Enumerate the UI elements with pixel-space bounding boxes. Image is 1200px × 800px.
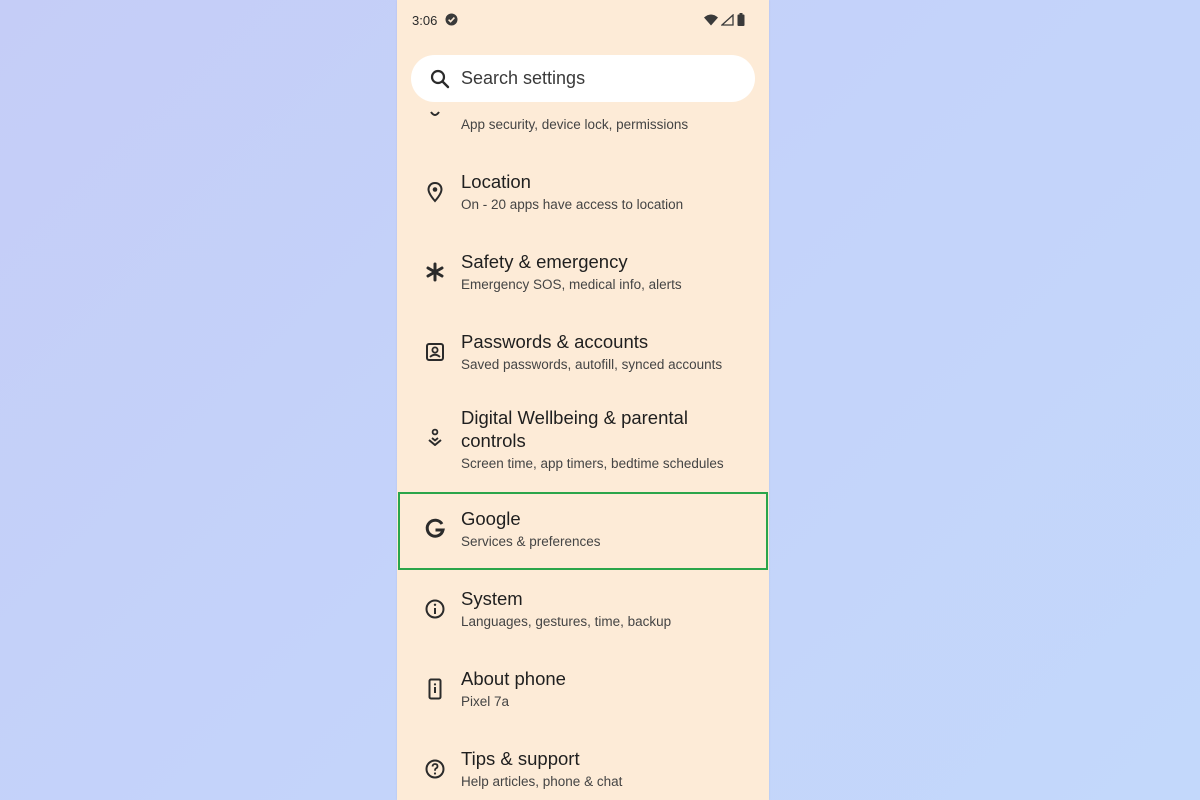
setting-subtitle: App security, device lock, permissions — [461, 117, 689, 132]
search-icon — [429, 68, 451, 90]
google-g-icon — [423, 517, 447, 541]
status-bar: 3:06 — [397, 0, 769, 40]
help-icon — [423, 757, 447, 781]
setting-item-passwords[interactable]: Passwords & accounts Saved passwords, au… — [397, 328, 769, 378]
info-icon — [423, 597, 447, 621]
wifi-icon — [704, 14, 718, 26]
wellbeing-icon — [423, 426, 447, 450]
setting-item-system[interactable]: System Languages, gestures, time, backup — [397, 585, 769, 635]
location-pin-icon — [423, 180, 447, 204]
setting-subtitle: Pixel 7a — [461, 694, 510, 709]
status-time: 3:06 — [412, 13, 438, 28]
setting-subtitle: On - 20 apps have access to location — [461, 197, 684, 212]
shield-icon — [423, 108, 447, 132]
setting-item-about-phone[interactable]: About phone Pixel 7a — [397, 665, 769, 715]
setting-subtitle: Languages, gestures, time, backup — [461, 614, 672, 629]
setting-title: Tips & support — [461, 748, 580, 769]
status-icons — [704, 13, 745, 26]
setting-subtitle: Help articles, phone & chat — [461, 774, 623, 789]
setting-subtitle: Screen time, app timers, bedtime schedul… — [461, 456, 724, 471]
setting-item-location[interactable]: Location On - 20 apps have access to loc… — [397, 168, 769, 218]
battery-icon — [737, 13, 745, 26]
asterisk-icon — [423, 260, 447, 284]
phone-info-icon — [423, 677, 447, 701]
search-bar[interactable]: Search settings — [411, 55, 755, 102]
setting-item-tips-support[interactable]: Tips & support Help articles, phone & ch… — [397, 745, 769, 795]
setting-title: About phone — [461, 668, 566, 689]
setting-item-google[interactable]: Google Services & preferences — [397, 505, 769, 555]
setting-item-digital-wellbeing[interactable]: Digital Wellbeing & parental controls Sc… — [397, 406, 769, 476]
setting-title: Safety & emergency — [461, 251, 628, 272]
setting-title: Digital Wellbeing & parental controls — [461, 407, 688, 451]
setting-title: Passwords & accounts — [461, 331, 649, 352]
setting-title: Google — [461, 508, 521, 529]
account-box-icon — [423, 340, 447, 364]
setting-title: Location — [461, 171, 531, 192]
signal-icon — [721, 13, 734, 26]
check-circle-icon — [445, 13, 458, 26]
setting-item-security[interactable]: App security, device lock, permissions — [397, 108, 769, 142]
settings-screen: 3:06 Search settings App security, devic… — [397, 0, 769, 800]
setting-title: System — [461, 588, 523, 609]
search-input[interactable]: Search settings — [461, 68, 585, 89]
setting-subtitle: Saved passwords, autofill, synced accoun… — [461, 357, 723, 372]
setting-subtitle: Emergency SOS, medical info, alerts — [461, 277, 682, 292]
setting-item-safety[interactable]: Safety & emergency Emergency SOS, medica… — [397, 248, 769, 298]
setting-subtitle: Services & preferences — [461, 534, 601, 549]
